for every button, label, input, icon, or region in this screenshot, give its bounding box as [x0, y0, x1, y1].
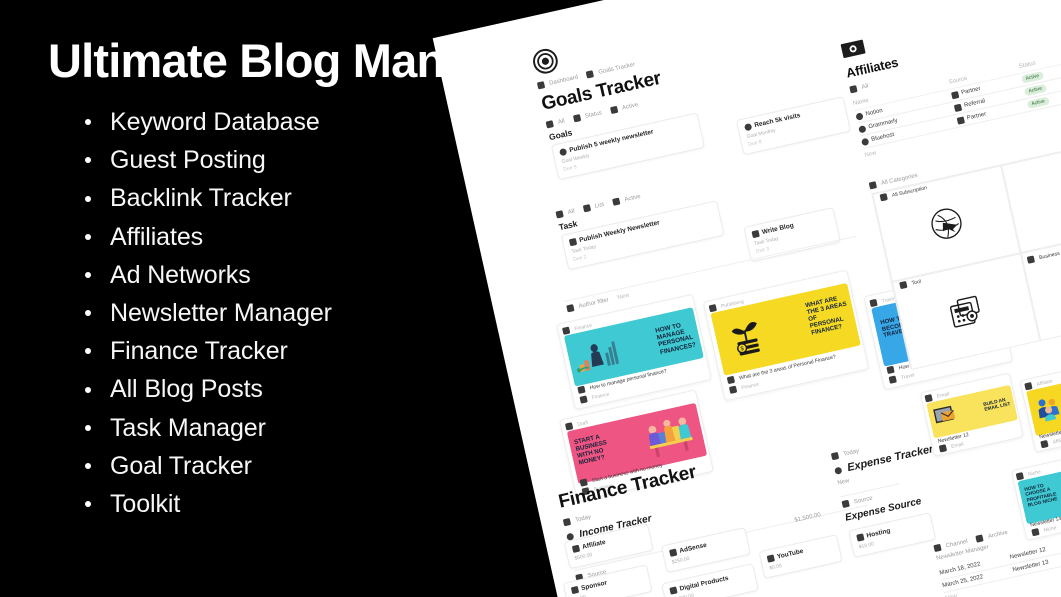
- envelope-icon: [933, 405, 956, 424]
- blog-post-card-shell[interactable]: Publishing $ WHAT ARE THE 3 AREAS OF PER…: [702, 269, 870, 402]
- money-icon: [840, 39, 866, 59]
- feature-item: Toolkit: [78, 485, 332, 523]
- tab-archive[interactable]: Archive: [987, 529, 1008, 539]
- expense-today-chip[interactable]: Today: [843, 448, 860, 457]
- feature-label: Backlink Tracker: [110, 184, 292, 213]
- blog-headline: HOW TO MANAGE PERSONAL FINANCES?: [654, 322, 697, 356]
- row-name: Notion: [865, 107, 884, 118]
- feature-item: Keyword Database: [78, 103, 332, 141]
- col-status: Status: [1018, 60, 1037, 70]
- bullet-icon: [85, 348, 91, 355]
- blog-headline: WHAT ARE THE 3 AREAS OF PERSONAL FINANCE…: [804, 295, 848, 337]
- blog-headline: START A BUSINESS WITH NO MONEY?: [573, 433, 608, 467]
- feature-label: Ad Networks: [110, 260, 251, 289]
- row-source: Referral: [963, 98, 986, 109]
- bullet-icon: [85, 157, 91, 164]
- feature-label: Newsletter Manager: [110, 299, 332, 328]
- feature-item: Newsletter Manager: [78, 294, 332, 332]
- expense-source-chip[interactable]: Source: [853, 495, 873, 505]
- new-button[interactable]: New: [617, 292, 630, 300]
- feature-item: Affiliates: [78, 218, 332, 256]
- globe-icon: [931, 208, 962, 239]
- row-name: Bluehost: [870, 132, 895, 143]
- newsletter-card-shell[interactable]: Affiliate HOW TO WRITE A BLOG FOR AFFILI…: [1019, 357, 1061, 453]
- bullet-icon: [85, 501, 91, 508]
- row-source: Partner: [960, 86, 982, 97]
- card-caption-tag: Email: [950, 440, 965, 450]
- gallery-label-business: Business: [1038, 250, 1061, 261]
- feature-item: Goal Tracker: [78, 447, 332, 485]
- author-filter-label[interactable]: Author filter: [578, 297, 609, 310]
- bullet-icon: [85, 195, 91, 202]
- group-icon: [1038, 398, 1060, 422]
- bullet-icon: [85, 310, 91, 317]
- feature-label: Finance Tracker: [110, 337, 288, 366]
- tab-all[interactable]: All: [861, 83, 869, 90]
- feature-item: All Blog Posts: [78, 370, 332, 408]
- feature-item: Ad Networks: [78, 256, 332, 294]
- feature-label: All Blog Posts: [110, 375, 263, 404]
- blog-cover-three-areas-personal-finance: $ WHAT ARE THE 3 AREAS OF PERSONAL FINAN…: [710, 282, 861, 376]
- bullet-icon: [85, 424, 91, 431]
- tab-status[interactable]: Status: [584, 110, 602, 120]
- card-caption-tag: Finance: [740, 381, 760, 391]
- card-caption-tag: Finance: [591, 390, 610, 401]
- breadcrumb-item[interactable]: Dashboard: [549, 74, 579, 86]
- feature-label: Affiliates: [110, 222, 204, 251]
- col-name: Name: [852, 97, 870, 108]
- bullet-icon: [85, 119, 91, 126]
- row-source: Partner: [966, 111, 987, 122]
- bullet-icon: [85, 386, 91, 393]
- goals-tracker-section: Dashboard Goals Tracker Goals Tracker Al…: [530, 0, 803, 181]
- feature-label: Guest Posting: [110, 146, 266, 175]
- feature-item: Guest Posting: [78, 141, 332, 179]
- col-source: Source: [948, 75, 969, 86]
- calculator-icon: [949, 295, 980, 328]
- feature-item: Task Manager: [78, 409, 332, 447]
- status-badge: Active: [1026, 96, 1050, 110]
- feature-item: Finance Tracker: [78, 332, 332, 370]
- tab-list[interactable]: List: [594, 201, 604, 209]
- tab-channel[interactable]: Channel: [945, 538, 968, 549]
- feature-label: Goal Tracker: [110, 451, 252, 480]
- tab-active[interactable]: Active: [622, 102, 639, 111]
- tab-active[interactable]: Active: [624, 193, 641, 202]
- feature-label: Toolkit: [110, 490, 181, 519]
- blog-headline: HOW TO CHOOSE A PROFITABLE BLOG NICHE: [1024, 483, 1059, 509]
- target-icon: [530, 46, 561, 77]
- feature-item: Backlink Tracker: [78, 179, 332, 217]
- bullet-icon: [85, 271, 91, 278]
- blog-headline: BUILD AN EMAIL LIST: [982, 398, 1012, 414]
- feature-label: Task Manager: [110, 413, 266, 442]
- tab-all[interactable]: All: [567, 208, 575, 215]
- bullet-icon: [85, 233, 91, 240]
- feature-label: Keyword Database: [110, 108, 320, 136]
- affiliates-section: Affiliates All Name Source Status Notion…: [840, 0, 1061, 159]
- feature-list: Keyword Database Guest Posting Backlink Tr…: [78, 103, 332, 523]
- bullet-icon: [85, 462, 91, 469]
- promo-graphic: Ultimate Blog Manager Keyword Database Gu…: [0, 0, 1061, 597]
- tab-all[interactable]: All: [557, 118, 565, 125]
- today-chip[interactable]: Today: [575, 514, 592, 523]
